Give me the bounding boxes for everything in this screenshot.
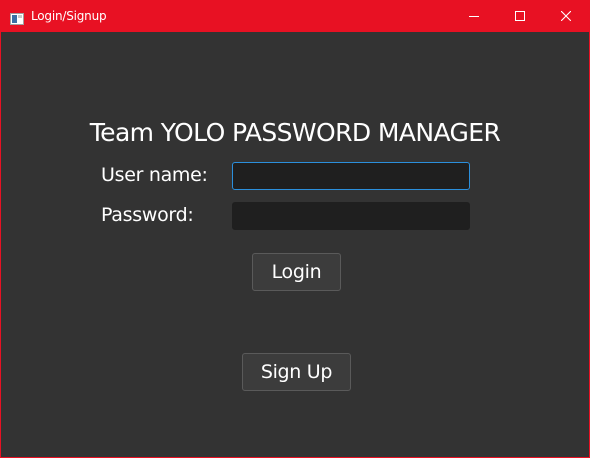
login-signup-window: Login/Signup Team YOLO PASSWORD MANAGER … [0,0,590,458]
maximize-button[interactable] [497,1,543,32]
app-title: Team YOLO PASSWORD MANAGER [89,118,501,147]
login-button[interactable]: Login [252,253,341,291]
username-label: User name: [101,164,208,186]
minimize-button[interactable] [451,1,497,32]
window-title: Login/Signup [31,9,107,23]
app-icon [10,10,24,25]
maximize-icon [515,11,525,21]
password-label: Password: [101,204,194,226]
username-field[interactable] [232,162,470,190]
password-field[interactable] [232,202,470,230]
minimize-icon [469,16,479,17]
close-icon [561,11,571,21]
signup-button[interactable]: Sign Up [242,353,351,391]
title-bar[interactable]: Login/Signup [1,1,589,32]
close-button[interactable] [543,1,589,32]
